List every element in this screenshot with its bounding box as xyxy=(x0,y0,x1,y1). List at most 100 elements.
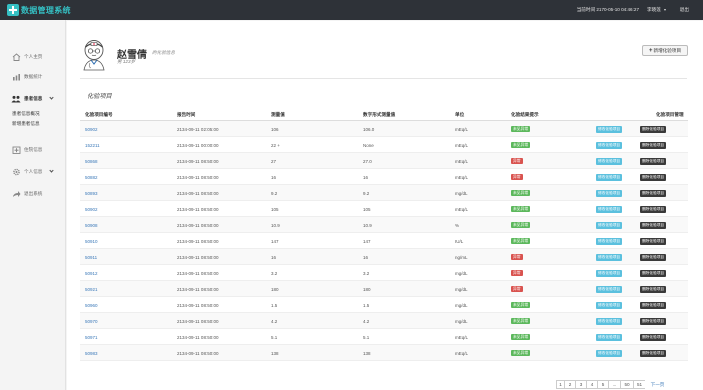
table-row: 50960 2134-09-11 08:50:00 1.5 1.5 mg/dL 未见异常 修… xyxy=(80,297,688,313)
lab-item-id-link[interactable]: 50912 xyxy=(85,271,98,276)
numeric-value: 16 xyxy=(363,175,369,180)
delete-lab-item-button[interactable]: 删除化验项目 xyxy=(640,141,667,149)
lab-item-id-link[interactable]: 50882 xyxy=(85,175,98,180)
edit-lab-item-button[interactable]: 修改化验项目 xyxy=(596,285,623,293)
unit: mEq/L xyxy=(455,159,469,164)
unit: mEq/L xyxy=(455,143,469,148)
delete-lab-item-button[interactable]: 删除化验项目 xyxy=(640,317,667,325)
result-flag-badge: 异常 xyxy=(511,254,523,260)
sidebar-item-admission[interactable]: 住院信息 xyxy=(0,143,66,157)
measured-value: 10.9 xyxy=(271,223,280,228)
edit-lab-item-button[interactable]: 修改化验项目 xyxy=(596,301,623,309)
patient-gender-age: 男 123岁 xyxy=(117,59,136,64)
edit-lab-item-button[interactable]: 修改化验项目 xyxy=(596,125,623,133)
unit: mg/dL xyxy=(455,303,468,308)
lab-item-id-link[interactable]: 50921 xyxy=(85,287,98,292)
delete-lab-item-button[interactable]: 删除化验项目 xyxy=(640,285,667,293)
table-row: 50910 2134-09-11 08:50:00 147 147 IU/L 未见异常 修改… xyxy=(80,233,688,249)
delete-lab-item-button[interactable]: 删除化验项目 xyxy=(640,301,667,309)
sidebar-item-logout[interactable]: 退出系统 xyxy=(0,187,66,201)
sidebar-item-stats[interactable]: 数据统计 xyxy=(0,70,66,84)
sidebar-item-profile[interactable]: 个人信息 xyxy=(0,165,66,179)
measured-value: 147 xyxy=(271,239,279,244)
delete-lab-item-button[interactable]: 删除化验项目 xyxy=(640,237,667,245)
lab-item-id-link[interactable]: 152211 xyxy=(85,143,100,148)
lab-item-id-link[interactable]: 50911 xyxy=(85,255,97,260)
logout-link[interactable]: 退出 xyxy=(680,7,689,13)
lab-item-id-link[interactable]: 50910 xyxy=(85,239,98,244)
pagination-next[interactable]: 下一页 xyxy=(645,380,670,389)
user-name: 李晓莲 xyxy=(647,7,661,12)
lab-item-id-link[interactable]: 50908 xyxy=(85,223,98,228)
caret-down-icon xyxy=(663,9,666,11)
report-time: 2134-09-11 08:50:00 xyxy=(177,191,219,196)
edit-lab-item-button[interactable]: 修改化验项目 xyxy=(596,189,623,197)
delete-lab-item-button[interactable]: 删除化验项目 xyxy=(640,205,667,213)
unit: mg/dL xyxy=(455,287,468,292)
lab-item-id-link[interactable]: 50893 xyxy=(85,191,98,196)
table-row: 50902 2134-09-11 02:05:00 106 106.0 mEq/L 未见异… xyxy=(80,121,688,137)
sidebar-subitem-add-patient[interactable]: 新增患者信息 xyxy=(12,121,40,127)
numeric-value: 138 xyxy=(363,351,371,356)
lab-item-id-link[interactable]: 50970 xyxy=(85,319,98,324)
edit-lab-item-button[interactable]: 修改化验项目 xyxy=(596,269,623,277)
sidebar-item-patients[interactable]: 患者信息 xyxy=(0,92,66,106)
delete-lab-item-button[interactable]: 删除化验项目 xyxy=(640,173,667,181)
chart-icon xyxy=(11,73,21,81)
report-time: 2134-09-11 08:50:00 xyxy=(177,255,219,260)
measured-value: 180 xyxy=(271,287,279,292)
delete-lab-item-button[interactable]: 删除化验项目 xyxy=(640,349,667,357)
report-time: 2134-09-11 08:50:00 xyxy=(177,239,219,244)
lab-item-id-link[interactable]: 50960 xyxy=(85,303,98,308)
edit-lab-item-button[interactable]: 修改化验项目 xyxy=(596,333,623,341)
edit-lab-item-button[interactable]: 修改化验项目 xyxy=(596,221,623,229)
delete-lab-item-button[interactable]: 删除化验项目 xyxy=(640,189,667,197)
edit-lab-item-button[interactable]: 修改化验项目 xyxy=(596,349,623,357)
brand[interactable]: 数据管理系统 xyxy=(7,4,71,16)
table-row: 50970 2134-09-11 08:50:00 4.2 4.2 mg/dL 未见异常 修… xyxy=(80,313,688,329)
gear-icon xyxy=(11,168,21,176)
edit-lab-item-button[interactable]: 修改化验项目 xyxy=(596,237,623,245)
result-flag-badge: 未见异常 xyxy=(511,190,531,196)
lab-item-id-link[interactable]: 50971 xyxy=(85,335,98,340)
edit-lab-item-button[interactable]: 修改化验项目 xyxy=(596,173,623,181)
measured-value: 105 xyxy=(271,207,279,212)
delete-lab-item-button[interactable]: 删除化验项目 xyxy=(640,125,667,133)
table-row: 152211 2134-09-11 00:00:00 22 + None mEq/L 未见… xyxy=(80,137,688,153)
delete-lab-item-button[interactable]: 删除化验项目 xyxy=(640,221,667,229)
edit-lab-item-button[interactable]: 修改化验项目 xyxy=(596,317,623,325)
delete-lab-item-button[interactable]: 删除化验项目 xyxy=(640,269,667,277)
lab-item-id-link[interactable]: 50983 xyxy=(85,351,98,356)
measured-value: 16 xyxy=(271,175,277,180)
user-menu[interactable]: 李晓莲 xyxy=(647,7,666,13)
report-time: 2134-09-11 08:50:00 xyxy=(177,159,219,164)
section-title: 化验项目 xyxy=(87,93,112,100)
pagination-page[interactable]: 50 xyxy=(620,380,634,389)
edit-lab-item-button[interactable]: 修改化验项目 xyxy=(596,205,623,213)
edit-lab-item-button[interactable]: 修改化验项目 xyxy=(596,141,623,149)
delete-lab-item-button[interactable]: 删除化验项目 xyxy=(640,253,667,261)
sidebar-item-label: 住院信息 xyxy=(24,147,43,152)
unit: ng/mL xyxy=(455,255,468,260)
edit-lab-item-button[interactable]: 修改化验项目 xyxy=(596,157,623,165)
pagination: 1 2 3 4 5... 50 51 下一页 xyxy=(556,380,670,389)
home-icon xyxy=(11,53,21,61)
measured-value: 22 + xyxy=(271,143,280,148)
lab-item-id-link[interactable]: 50902 xyxy=(85,207,98,212)
sidebar-item-label: 患者信息 xyxy=(24,96,43,101)
measured-value: 4.2 xyxy=(271,319,278,324)
delete-lab-item-button[interactable]: 删除化验项目 xyxy=(640,157,667,165)
numeric-value: 9.2 xyxy=(363,191,370,196)
lab-item-id-link[interactable]: 50902 xyxy=(85,127,98,132)
add-lab-item-button[interactable]: + 新增化验项目 xyxy=(642,45,688,56)
sidebar-item-home[interactable]: 个人主页 xyxy=(0,50,66,64)
measured-value: 27 xyxy=(271,159,277,164)
report-time: 2134-09-11 08:50:00 xyxy=(177,207,219,212)
edit-lab-item-button[interactable]: 修改化验项目 xyxy=(596,253,623,261)
column-header-time: 报告时间 xyxy=(177,112,196,117)
delete-lab-item-button[interactable]: 删除化验项目 xyxy=(640,333,667,341)
result-flag-badge: 异常 xyxy=(511,270,523,276)
lab-item-id-link[interactable]: 50868 xyxy=(85,159,98,164)
sidebar-subitem-patient-overview[interactable]: 患者信息概况 xyxy=(12,111,40,117)
numeric-value: 27.0 xyxy=(363,159,372,164)
